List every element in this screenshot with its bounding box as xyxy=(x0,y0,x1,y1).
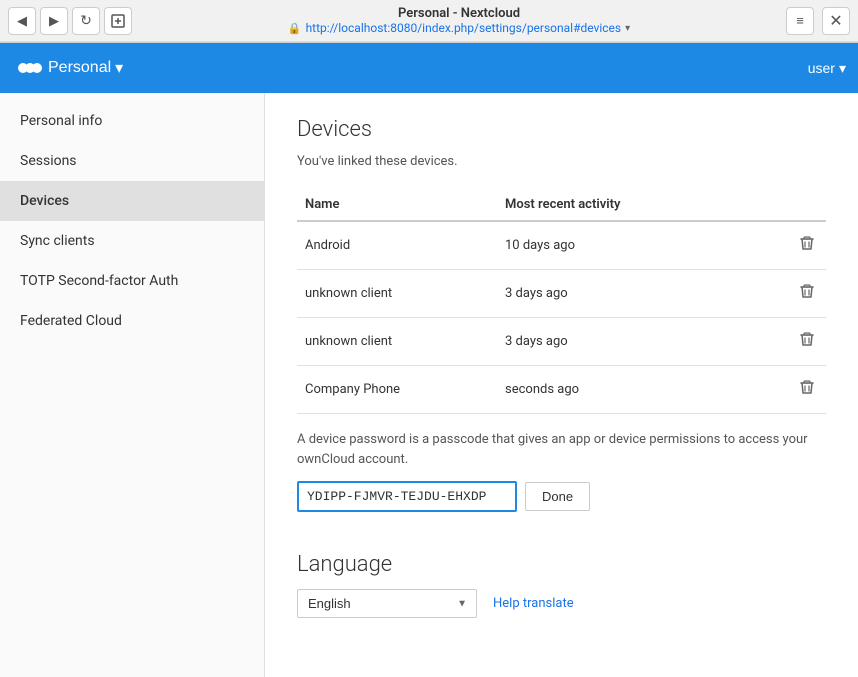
user-label: user xyxy=(808,60,835,76)
browser-toolbar: ◀ ▶ ↻ Personal - Nextcloud 🔒 http://loca… xyxy=(0,0,858,42)
password-hint: A device password is a passcode that giv… xyxy=(297,430,826,469)
delete-device-button[interactable] xyxy=(796,376,818,403)
sidebar-label-devices: Devices xyxy=(20,193,69,209)
sidebar-item-sync-clients[interactable]: Sync clients xyxy=(0,221,264,261)
table-row: Company Phone seconds ago xyxy=(297,366,826,414)
devices-section: Devices You've linked these devices. Nam… xyxy=(297,117,826,512)
device-name-cell: unknown client xyxy=(297,318,497,366)
table-row: Android 10 days ago xyxy=(297,221,826,270)
page-title: Personal - Nextcloud xyxy=(136,6,782,21)
url-dropdown-icon: ▾ xyxy=(625,23,630,34)
forward-button[interactable]: ▶ xyxy=(40,7,68,35)
sidebar-label-federated-cloud: Federated Cloud xyxy=(20,313,122,329)
reload-button[interactable]: ↻ xyxy=(72,7,100,35)
sidebar-item-personal-info[interactable]: Personal info xyxy=(0,101,264,141)
back-button[interactable]: ◀ xyxy=(8,7,36,35)
language-select[interactable]: EnglishDeutschFrançaisEspañolItaliano xyxy=(297,589,477,618)
col-header-action xyxy=(786,189,826,221)
browser-chrome: ◀ ▶ ↻ Personal - Nextcloud 🔒 http://loca… xyxy=(0,0,858,43)
main-content: Devices You've linked these devices. Nam… xyxy=(265,93,858,677)
device-name-cell: Android xyxy=(297,221,497,270)
browser-menu-button[interactable]: ≡ xyxy=(786,7,814,35)
nextcloud-logo xyxy=(12,50,48,86)
device-name-cell: unknown client xyxy=(297,270,497,318)
device-action-cell xyxy=(786,270,826,318)
col-header-name: Name xyxy=(297,189,497,221)
close-button[interactable]: ✕ xyxy=(822,7,850,35)
user-arrow: ▾ xyxy=(839,60,846,77)
trash-icon xyxy=(798,282,816,300)
sidebar-item-federated-cloud[interactable]: Federated Cloud xyxy=(0,301,264,341)
device-activity-cell: 10 days ago xyxy=(497,221,786,270)
delete-device-button[interactable] xyxy=(796,280,818,307)
url-bar: 🔒 http://localhost:8080/index.php/settin… xyxy=(136,21,782,35)
app-name-label: Personal xyxy=(48,59,111,77)
add-tab-button[interactable] xyxy=(104,7,132,35)
add-tab-icon xyxy=(111,14,125,28)
devices-subtitle: You've linked these devices. xyxy=(297,154,826,169)
help-translate-link[interactable]: Help translate xyxy=(493,596,574,611)
sidebar-item-devices[interactable]: Devices xyxy=(0,181,264,221)
language-section: Language EnglishDeutschFrançaisEspañolIt… xyxy=(297,552,826,618)
app-name-arrow: ▾ xyxy=(115,58,123,78)
sidebar-label-totp: TOTP Second-factor Auth xyxy=(20,273,178,289)
device-action-cell xyxy=(786,366,826,414)
table-row: unknown client 3 days ago xyxy=(297,270,826,318)
devices-title: Devices xyxy=(297,117,826,142)
sidebar-label-sync-clients: Sync clients xyxy=(20,233,95,249)
password-row: Done xyxy=(297,481,826,512)
device-password-input[interactable] xyxy=(297,481,517,512)
language-title: Language xyxy=(297,552,826,577)
device-activity-cell: 3 days ago xyxy=(497,318,786,366)
devices-table: Name Most recent activity Android 10 day… xyxy=(297,189,826,414)
device-name-cell: Company Phone xyxy=(297,366,497,414)
delete-device-button[interactable] xyxy=(796,328,818,355)
trash-icon xyxy=(798,234,816,252)
done-button[interactable]: Done xyxy=(525,482,590,511)
user-menu-button[interactable]: user ▾ xyxy=(808,60,846,77)
app-name-button[interactable]: Personal ▾ xyxy=(48,58,123,78)
title-bar: Personal - Nextcloud 🔒 http://localhost:… xyxy=(136,6,782,35)
language-select-wrap: EnglishDeutschFrançaisEspañolItaliano He… xyxy=(297,589,826,618)
sidebar-item-totp[interactable]: TOTP Second-factor Auth xyxy=(0,261,264,301)
device-action-cell xyxy=(786,221,826,270)
sidebar-item-sessions[interactable]: Sessions xyxy=(0,141,264,181)
app-body: Personal info Sessions Devices Sync clie… xyxy=(0,93,858,677)
logo xyxy=(12,50,48,86)
delete-device-button[interactable] xyxy=(796,232,818,259)
device-activity-cell: seconds ago xyxy=(497,366,786,414)
table-row: unknown client 3 days ago xyxy=(297,318,826,366)
language-select-wrapper: EnglishDeutschFrançaisEspañolItaliano xyxy=(297,589,477,618)
col-header-activity: Most recent activity xyxy=(497,189,786,221)
trash-icon xyxy=(798,330,816,348)
page-icon: 🔒 xyxy=(288,22,302,35)
sidebar-label-sessions: Sessions xyxy=(20,153,77,169)
app-header: Personal ▾ user ▾ xyxy=(0,43,858,93)
url-text: http://localhost:8080/index.php/settings… xyxy=(306,21,622,35)
trash-icon xyxy=(798,378,816,396)
device-action-cell xyxy=(786,318,826,366)
sidebar: Personal info Sessions Devices Sync clie… xyxy=(0,93,265,677)
device-activity-cell: 3 days ago xyxy=(497,270,786,318)
sidebar-label-personal-info: Personal info xyxy=(20,113,102,129)
